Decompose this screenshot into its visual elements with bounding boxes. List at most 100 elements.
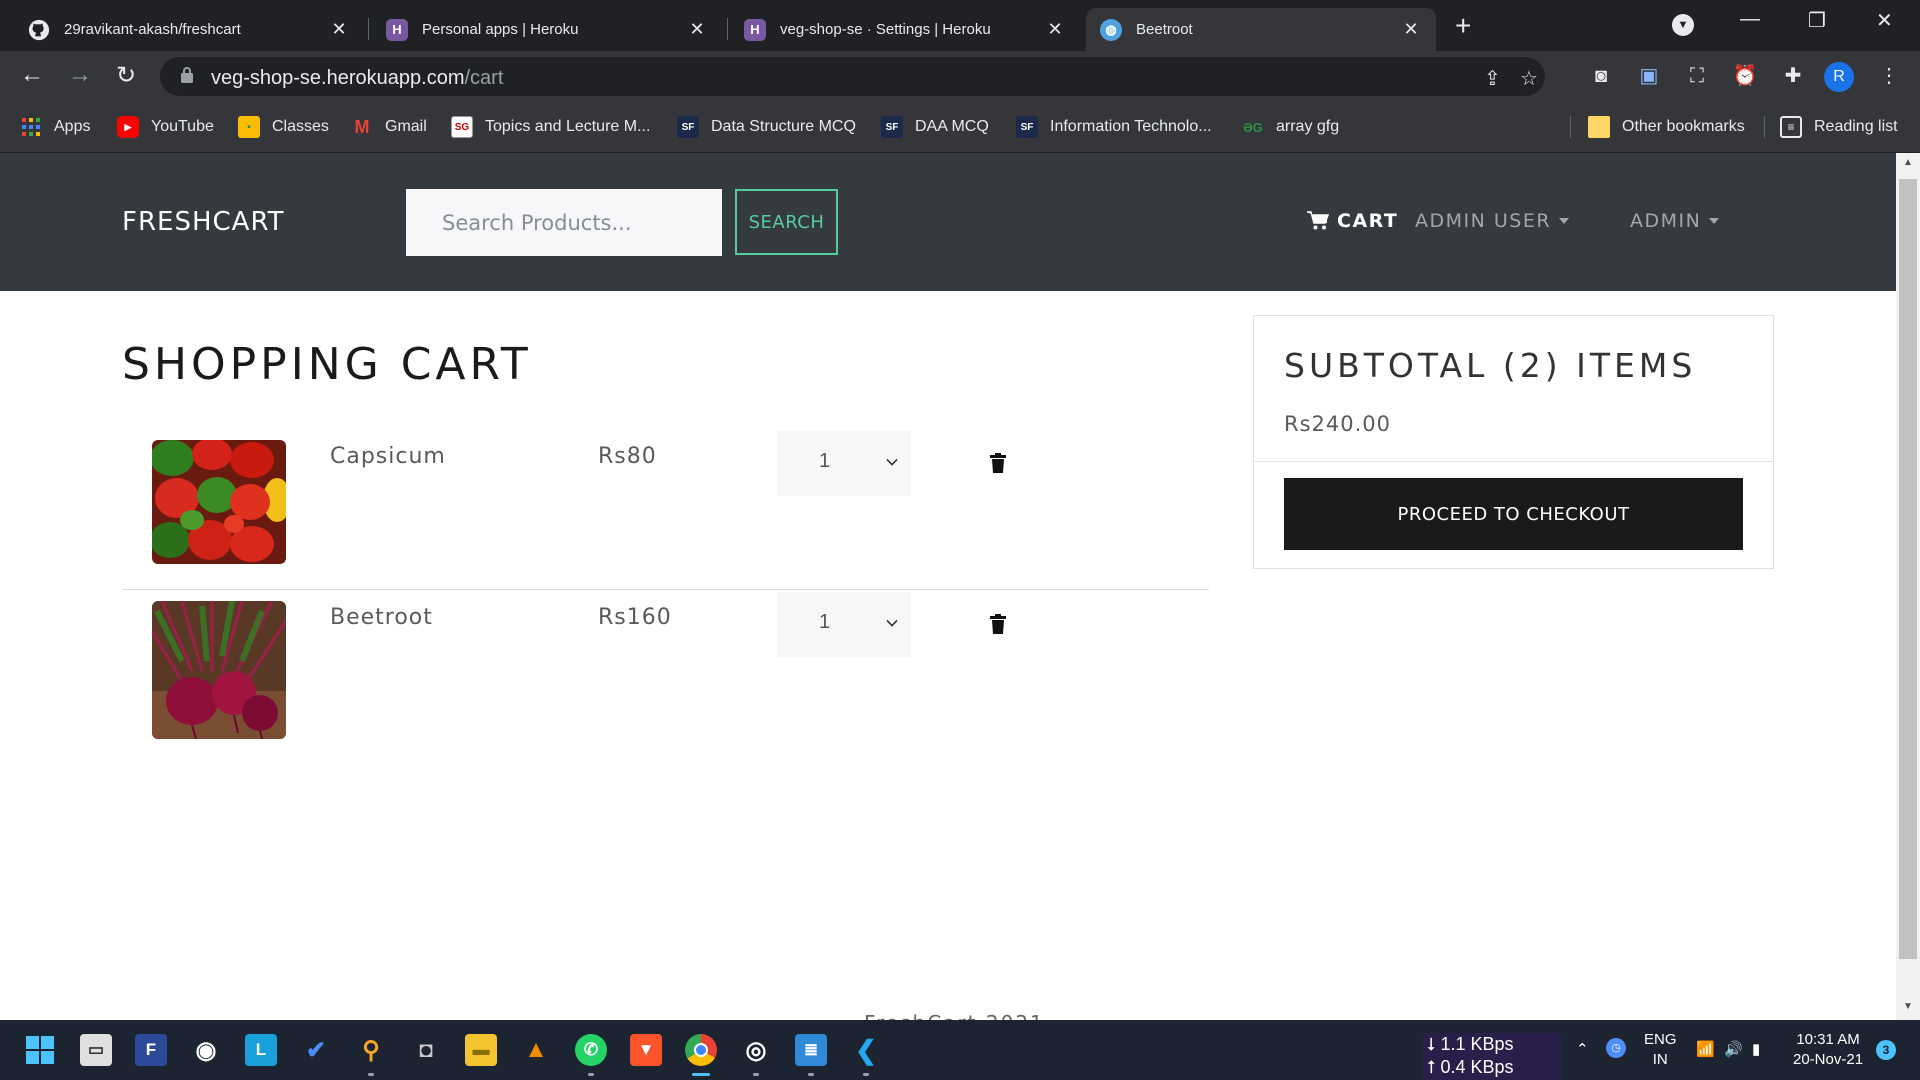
extensions-puzzle-icon[interactable]: ✚ <box>1780 63 1806 89</box>
sg-icon: SG <box>451 116 473 138</box>
trash-icon[interactable] <box>990 453 1006 473</box>
tab-title: veg-shop-se · Settings | Heroku <box>780 21 991 38</box>
product-name[interactable]: Capsicum <box>330 444 446 469</box>
bookmark-youtube[interactable]: ▶ YouTube <box>117 116 214 138</box>
product-image-capsicum[interactable] <box>152 440 286 564</box>
more-menu-icon[interactable]: ⋮ <box>1876 63 1902 89</box>
battery-icon[interactable]: ▮ <box>1752 1040 1760 1058</box>
lock-icon[interactable] <box>180 66 194 84</box>
bookmark-label: Reading list <box>1814 118 1898 135</box>
reload-icon[interactable]: ↻ <box>116 61 136 90</box>
bookmark-apps[interactable]: Apps <box>20 116 90 138</box>
close-tab-icon[interactable]: ✕ <box>1400 19 1422 40</box>
volume-icon[interactable]: 🔊 <box>1724 1040 1743 1058</box>
reading-list[interactable]: ≡ Reading list <box>1780 116 1898 138</box>
tray-chevron-icon[interactable]: ⌃ <box>1576 1040 1589 1058</box>
site-navbar: FRESHCART SEARCH CART ADMIN USER ADMIN <box>0 153 1896 291</box>
quantity-select[interactable]: 1 <box>777 592 911 657</box>
clock-time: 10:31 AM <box>1796 1031 1860 1048</box>
file-explorer-icon[interactable]: ▬ <box>465 1034 497 1066</box>
back-icon[interactable]: ← <box>20 61 44 89</box>
vscode-icon[interactable]: ❮ <box>850 1034 882 1066</box>
bookmark-other[interactable]: Other bookmarks <box>1588 116 1745 138</box>
page-scrollbar[interactable]: ▲ ▼ <box>1896 153 1920 1020</box>
tab-title: Beetroot <box>1136 21 1193 38</box>
task-view-icon[interactable]: ▭ <box>80 1034 112 1066</box>
chrome-icon[interactable] <box>685 1034 717 1066</box>
nav-cart-link[interactable]: CART <box>1307 210 1398 232</box>
bookmark-info-tech[interactable]: SF Information Technolo... <box>1016 116 1212 138</box>
notification-badge[interactable]: 3 <box>1876 1040 1896 1060</box>
proceed-to-checkout-button[interactable]: PROCEED TO CHECKOUT <box>1284 478 1743 550</box>
bookmark-label: Data Structure MCQ <box>711 118 856 135</box>
product-price: Rs160 <box>598 605 672 630</box>
admin-dropdown[interactable]: ADMIN <box>1630 210 1720 232</box>
search-button[interactable]: SEARCH <box>735 189 838 255</box>
user-dropdown[interactable]: ADMIN USER <box>1415 210 1570 232</box>
minimize-icon[interactable]: — <box>1740 8 1760 31</box>
running-indicator <box>808 1073 814 1076</box>
tab-heroku-settings[interactable]: H veg-shop-se · Settings | Heroku ✕ <box>730 8 1080 51</box>
clock-app-icon[interactable]: ◷ <box>1606 1038 1626 1058</box>
close-window-icon[interactable]: ✕ <box>1876 8 1893 33</box>
close-tab-icon[interactable]: ✕ <box>686 19 708 40</box>
brave-icon[interactable]: ▼ <box>630 1034 662 1066</box>
address-bar[interactable]: veg-shop-se.herokuapp.com/cart ⇪ ☆ <box>160 57 1545 96</box>
browser-toolbar: ← → ↻ veg-shop-se.herokuapp.com/cart ⇪ ☆… <box>0 51 1920 102</box>
restore-icon[interactable]: ❐ <box>1808 8 1826 33</box>
tab-search-icon[interactable]: ▼ <box>1672 14 1694 36</box>
bookmark-label: Topics and Lecture M... <box>485 118 651 135</box>
alarm-extension-icon[interactable]: ⏰ <box>1732 63 1758 89</box>
bookmark-separator <box>1570 116 1571 138</box>
close-tab-icon[interactable]: ✕ <box>328 19 350 40</box>
search-magnifier-icon[interactable]: ⚲ <box>355 1034 387 1066</box>
forward-icon[interactable]: → <box>68 61 92 89</box>
bookmark-label: YouTube <box>151 118 214 135</box>
gmail-icon: M <box>354 116 370 137</box>
bookmark-star-icon[interactable]: ☆ <box>1520 66 1538 91</box>
vlc-icon[interactable]: ▲ <box>520 1034 552 1066</box>
new-tab-icon[interactable]: + <box>1455 10 1471 42</box>
bookmark-topics[interactable]: SG Topics and Lecture M... <box>451 116 650 138</box>
product-image-beetroot[interactable] <box>152 601 286 739</box>
bookmark-label: Apps <box>54 118 91 135</box>
sanfoundry-icon: SF <box>1016 116 1038 138</box>
scroll-down-icon[interactable]: ▼ <box>1896 1001 1920 1012</box>
product-price: Rs80 <box>598 444 657 469</box>
screenshot-extension-icon[interactable]: ⛶ <box>1684 63 1710 89</box>
github-icon <box>28 19 50 41</box>
obs-icon[interactable]: ◉ <box>190 1034 222 1066</box>
close-tab-icon[interactable]: ✕ <box>1044 19 1066 40</box>
todo-check-icon[interactable]: ✔ <box>300 1034 332 1066</box>
tab-beetroot-active[interactable]: ◍ Beetroot ✕ <box>1086 8 1436 51</box>
tab-heroku-apps[interactable]: H Personal apps | Heroku ✕ <box>372 8 722 51</box>
camera-app-icon[interactable]: ◘ <box>410 1034 442 1066</box>
share-icon[interactable]: ⇪ <box>1484 66 1501 91</box>
camera-extension-icon[interactable]: ◙ <box>1588 63 1614 89</box>
subtotal-card: SUBTOTAL (2) ITEMS Rs240.00 PROCEED TO C… <box>1253 315 1774 569</box>
screen-record-extension-icon[interactable]: ▣ <box>1636 63 1662 89</box>
obs-studio-icon[interactable]: ◎ <box>740 1034 772 1066</box>
system-clock[interactable]: 10:31 AM 20-Nov-21 <box>1793 1030 1863 1070</box>
tab-github[interactable]: 29ravikant-akash/freshcart ✕ <box>14 8 364 51</box>
bookmark-ds-mcq[interactable]: SF Data Structure MCQ <box>677 116 856 138</box>
whatsapp-icon[interactable]: ✆ <box>575 1034 607 1066</box>
wifi-icon[interactable]: 📶 <box>1696 1040 1715 1058</box>
language-indicator[interactable]: ENG IN <box>1644 1030 1677 1070</box>
bookmark-classes[interactable]: ▪ Classes <box>238 116 329 138</box>
quantity-select[interactable]: 1 <box>777 431 911 496</box>
l-app-icon[interactable]: L <box>245 1034 277 1066</box>
product-name[interactable]: Beetroot <box>330 605 433 630</box>
bookmark-array-gfg[interactable]: ƏG array gfg <box>1242 116 1339 138</box>
bookmark-gmail[interactable]: M Gmail <box>351 116 427 138</box>
bookmark-daa-mcq[interactable]: SF DAA MCQ <box>881 116 989 138</box>
trash-icon[interactable] <box>990 614 1006 634</box>
brand-logo[interactable]: FRESHCART <box>122 207 285 237</box>
notepad-icon[interactable]: ≣ <box>795 1034 827 1066</box>
profile-avatar[interactable]: R <box>1824 62 1854 92</box>
search-input[interactable] <box>406 189 722 256</box>
windows-start-icon[interactable] <box>24 1034 56 1066</box>
file-app-icon[interactable]: F <box>135 1034 167 1066</box>
scroll-up-icon[interactable]: ▲ <box>1896 157 1920 168</box>
scrollbar-thumb[interactable] <box>1899 179 1917 959</box>
